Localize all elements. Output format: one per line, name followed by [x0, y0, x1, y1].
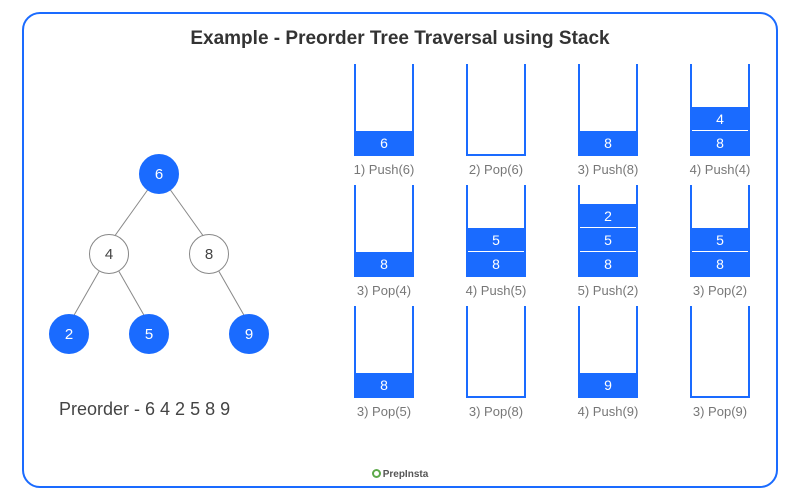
stack-caption: 3) Pop(4): [357, 283, 411, 298]
stack-caption: 5) Push(2): [578, 283, 639, 298]
stack-caption: 1) Push(6): [354, 162, 415, 177]
preorder-result: Preorder - 6 4 2 5 8 9: [59, 399, 230, 420]
stack-slot: 8: [468, 251, 524, 275]
tree-node-value: 8: [205, 246, 213, 263]
stack-step: 8 3) Pop(4): [334, 185, 434, 298]
stack-slot: 8: [692, 130, 748, 154]
tree-node-value: 9: [245, 326, 253, 343]
tree-node-root: 6: [139, 154, 179, 194]
tree-node-value: 5: [145, 326, 153, 343]
stack-step: 9 4) Push(9): [558, 306, 658, 419]
stack-caption: 3) Pop(2): [693, 283, 747, 298]
stack-container: 8: [578, 64, 638, 156]
stack-slot: 8: [356, 372, 412, 396]
stack-container: [690, 306, 750, 398]
stack-container: 852: [578, 185, 638, 277]
stack-slot: 5: [580, 227, 636, 251]
stack-slot: 8: [580, 251, 636, 275]
stack-container: [466, 64, 526, 156]
stack-step: 8 3) Push(8): [558, 64, 658, 177]
stack-slot: 8: [580, 130, 636, 154]
tree-node-left-left: 2: [49, 314, 89, 354]
stack-container: 6: [354, 64, 414, 156]
tree-node-right-right: 9: [229, 314, 269, 354]
stack-container: [466, 306, 526, 398]
stack-slot: 2: [580, 203, 636, 227]
stack-slot: 5: [692, 227, 748, 251]
stack-caption: 3) Pop(9): [693, 404, 747, 419]
binary-tree: 6 4 8 2 5 9: [44, 144, 274, 374]
stack-caption: 4) Push(4): [690, 162, 751, 177]
stack-slot: 4: [692, 106, 748, 130]
stack-container: 8: [354, 306, 414, 398]
stack-step: 3) Pop(8): [446, 306, 546, 419]
stack-step: 8 3) Pop(5): [334, 306, 434, 419]
stack-step: 2) Pop(6): [446, 64, 546, 177]
stack-slot: 8: [692, 251, 748, 275]
logo-icon: [372, 469, 381, 478]
stack-caption: 3) Pop(8): [469, 404, 523, 419]
stack-slot: 9: [580, 372, 636, 396]
stack-slot: 5: [468, 227, 524, 251]
stack-step: 852 5) Push(2): [558, 185, 658, 298]
stack-step: 85 3) Pop(2): [670, 185, 770, 298]
tree-node-value: 6: [155, 166, 163, 183]
stack-container: 84: [690, 64, 750, 156]
stack-container: 8: [354, 185, 414, 277]
stack-step: 3) Pop(9): [670, 306, 770, 419]
tree-node-value: 2: [65, 326, 73, 343]
footer-logo: PrepInsta: [24, 469, 776, 480]
stack-caption: 4) Push(9): [578, 404, 639, 419]
footer-text: PrepInsta: [383, 469, 429, 480]
diagram-card: Example - Preorder Tree Traversal using …: [22, 12, 778, 488]
stack-container: 85: [690, 185, 750, 277]
tree-node-right: 8: [189, 234, 229, 274]
stack-step: 85 4) Push(5): [446, 185, 546, 298]
stack-slot: 6: [356, 130, 412, 154]
stack-container: 9: [578, 306, 638, 398]
stacks-grid: 61) Push(6)2) Pop(6)83) Push(8)844) Push…: [334, 64, 774, 419]
stack-container: 85: [466, 185, 526, 277]
stack-step: 6 1) Push(6): [334, 64, 434, 177]
tree-node-left: 4: [89, 234, 129, 274]
tree-node-left-right: 5: [129, 314, 169, 354]
stack-slot: 8: [356, 251, 412, 275]
stack-caption: 4) Push(5): [466, 283, 527, 298]
stack-caption: 3) Push(8): [578, 162, 639, 177]
stack-caption: 3) Pop(5): [357, 404, 411, 419]
page-title: Example - Preorder Tree Traversal using …: [24, 28, 776, 50]
tree-node-value: 4: [105, 246, 113, 263]
stack-step: 84 4) Push(4): [670, 64, 770, 177]
stack-caption: 2) Pop(6): [469, 162, 523, 177]
